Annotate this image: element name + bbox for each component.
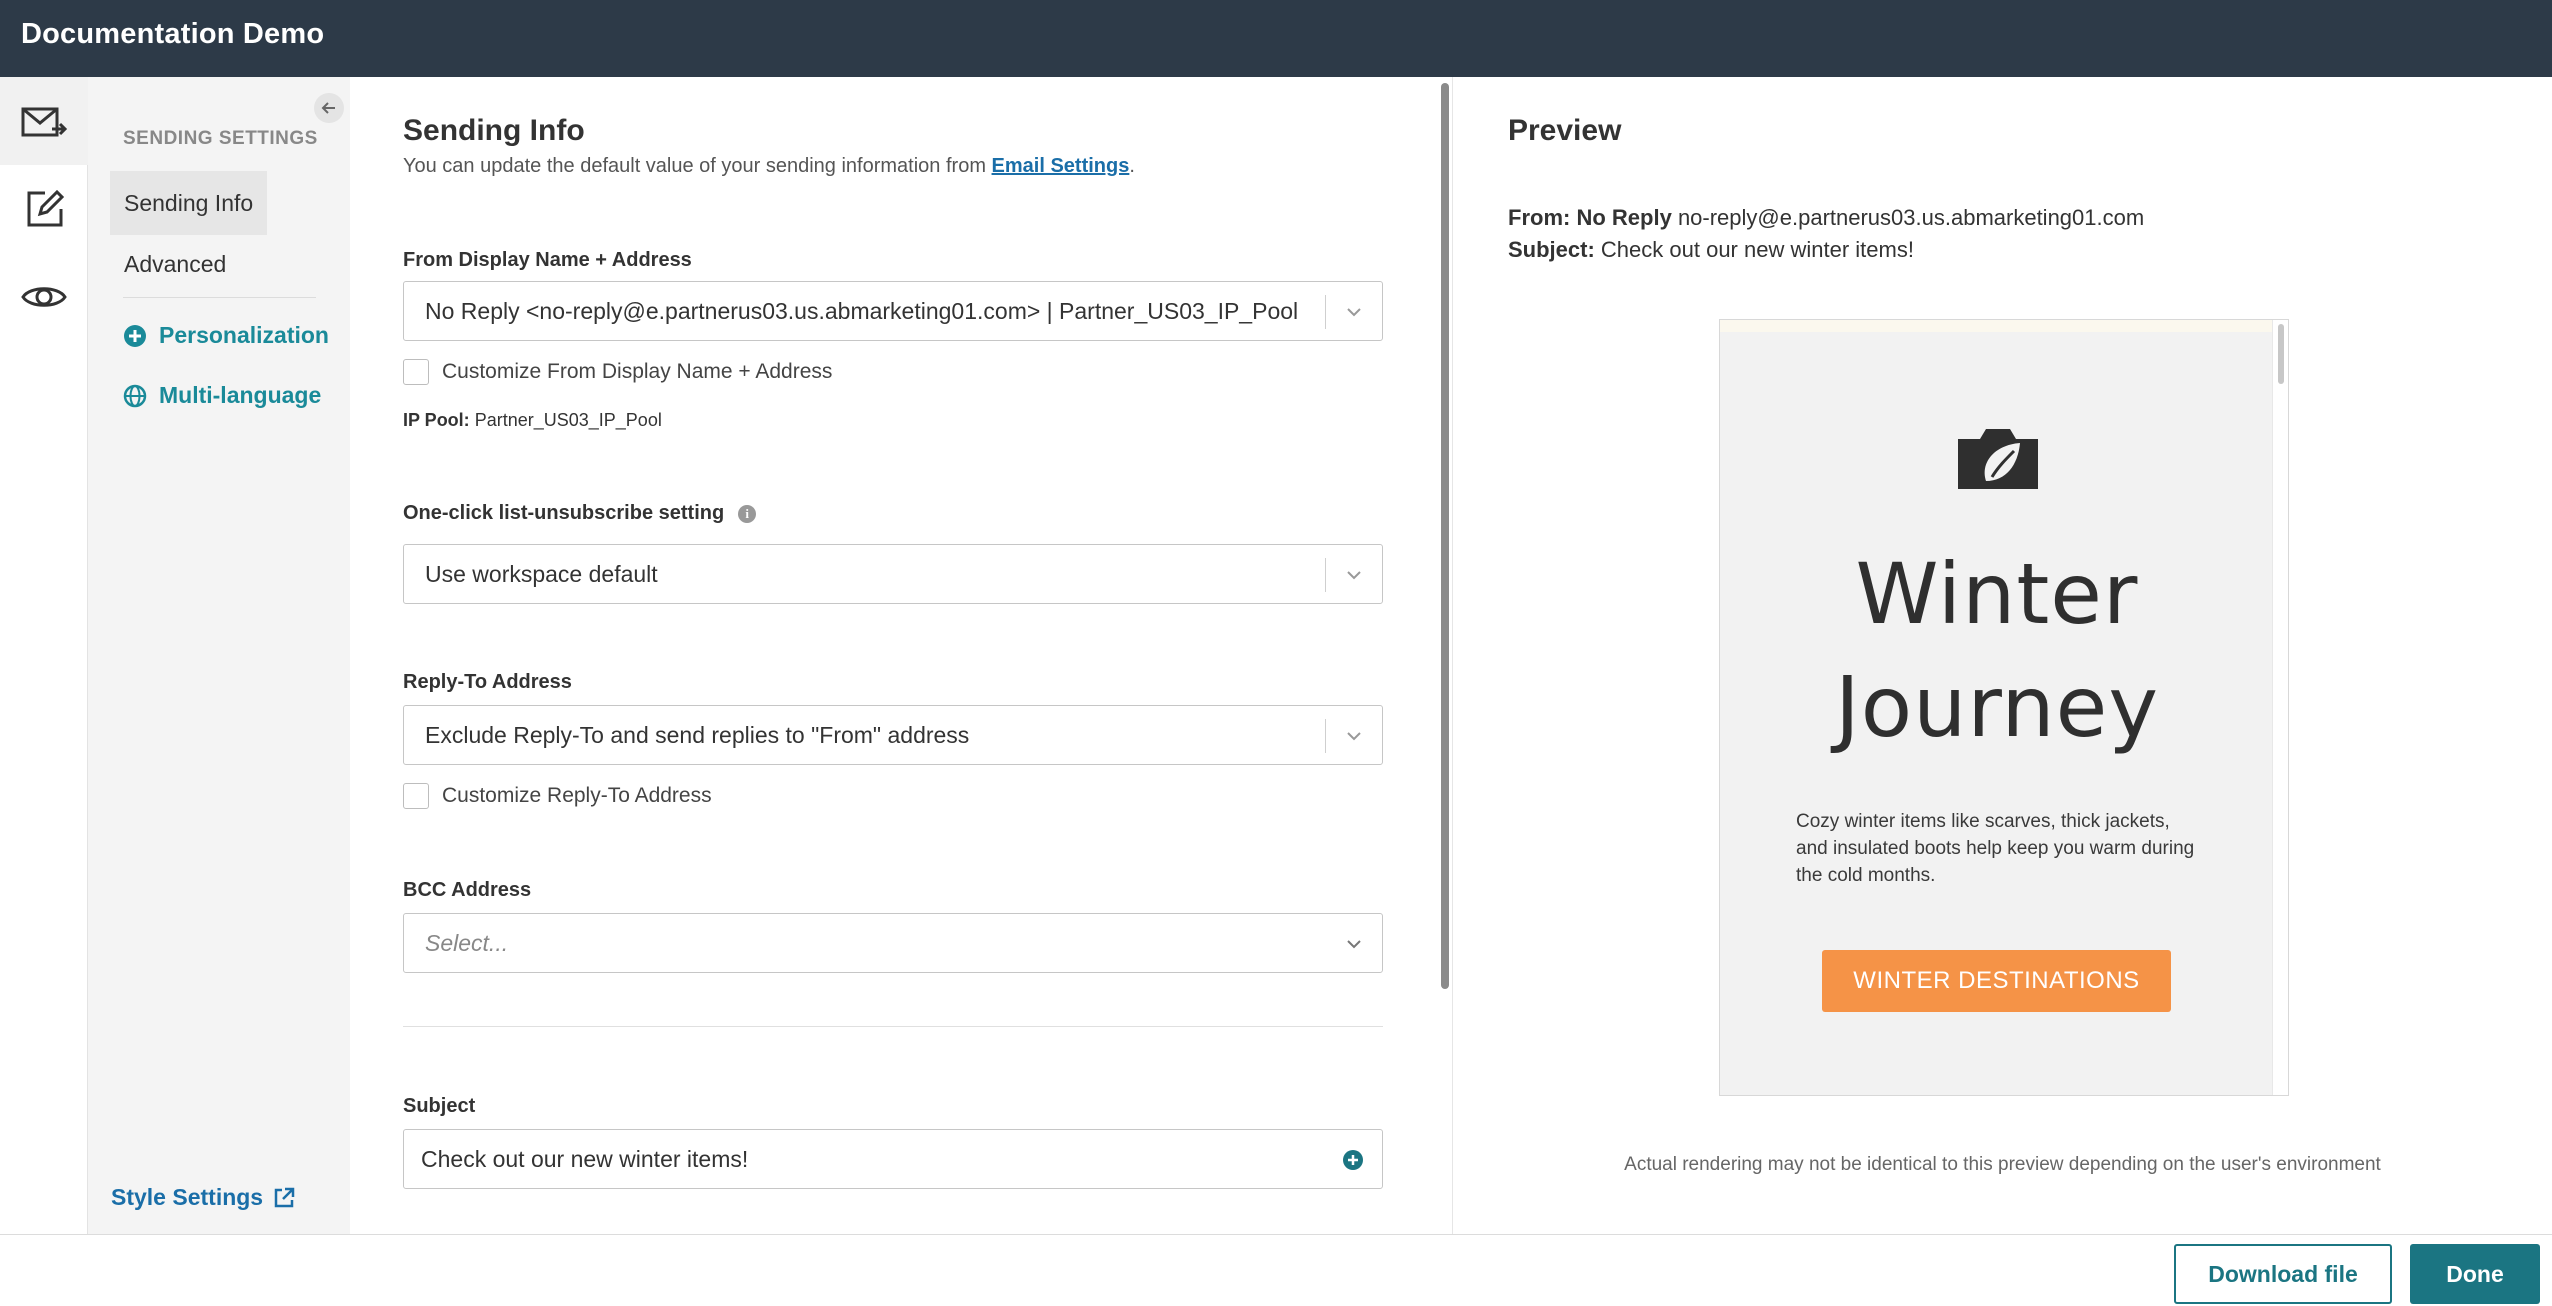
subject-input-value: Check out our new winter items! xyxy=(421,1145,749,1172)
sending-info-form: Sending Info You can update the default … xyxy=(350,77,1438,1234)
ip-pool-value: Partner_US03_IP_Pool xyxy=(474,410,662,430)
customize-reply-to-label: Customize Reply-To Address xyxy=(442,784,712,807)
subject-label: Subject xyxy=(403,1095,476,1117)
form-title: Sending Info xyxy=(403,114,585,147)
unsubscribe-label-row: One-click list-unsubscribe setting i xyxy=(403,502,757,525)
plus-circle-icon[interactable] xyxy=(1342,1149,1364,1171)
preview-scrollbar[interactable] xyxy=(2272,320,2288,1095)
unsubscribe-label: One-click list-unsubscribe setting xyxy=(403,502,725,524)
preview-disclaimer: Actual rendering may not be identical to… xyxy=(1624,1154,2381,1175)
preview-scrollbar-thumb[interactable] xyxy=(2278,324,2284,384)
rail-item-preview[interactable] xyxy=(0,253,88,341)
subnav-divider xyxy=(123,297,316,298)
app-header: Documentation Demo xyxy=(0,0,2552,77)
app-title: Documentation Demo xyxy=(21,18,325,50)
chevron-down-icon xyxy=(1347,732,1361,741)
arrow-left-icon xyxy=(321,102,335,114)
mail-send-icon xyxy=(21,107,68,137)
intro-text: You can update the default value of your… xyxy=(403,155,992,177)
external-link-icon xyxy=(274,1187,295,1207)
winter-destinations-button[interactable]: WINTER DESTINATIONS xyxy=(1822,950,2171,1012)
select-separator xyxy=(1325,719,1326,753)
bcc-placeholder: Select... xyxy=(425,929,509,956)
eye-icon xyxy=(21,287,67,307)
form-divider xyxy=(403,1026,1383,1027)
footer-bar: Download file Done xyxy=(0,1234,2552,1306)
chevron-down-icon xyxy=(1347,940,1361,949)
subject-input[interactable]: Check out our new winter items! xyxy=(403,1129,1383,1189)
email-headline-line2: Journey xyxy=(1834,658,2160,756)
email-body-copy: Cozy winter items like scarves, thick ja… xyxy=(1796,811,2195,886)
chevron-down-icon xyxy=(1347,571,1361,580)
reply-to-select-value: Exclude Reply-To and send replies to "Fr… xyxy=(425,721,970,748)
email-top-strip xyxy=(1720,320,2288,332)
email-preview-frame[interactable]: Winter Journey Cozy winter items like sc… xyxy=(1719,319,2289,1096)
preview-subject: Subject: Check out our new winter items! xyxy=(1508,237,1914,263)
checkbox-box[interactable] xyxy=(403,359,429,385)
ip-pool: IP Pool: Partner_US03_IP_Pool xyxy=(403,410,662,431)
preview-panel: Preview From: No Reply no-reply@e.partne… xyxy=(1453,77,2552,1234)
email-settings-link[interactable]: Email Settings xyxy=(992,155,1130,177)
chevron-down-icon xyxy=(1347,308,1361,317)
style-settings-label: Style Settings xyxy=(111,1184,264,1210)
form-scrollbar[interactable] xyxy=(1438,77,1452,1234)
preview-from-name: No Reply xyxy=(1576,205,1672,230)
preview-from-label: From: xyxy=(1508,205,1571,230)
multi-language-link[interactable]: Multi-language xyxy=(123,382,321,409)
preview-from-address: no-reply@e.partnerus03.us.abmarketing01.… xyxy=(1677,205,2145,230)
from-select[interactable]: No Reply <no-reply@e.partnerus03.us.abma… xyxy=(403,281,1383,341)
info-icon[interactable]: i xyxy=(738,504,757,523)
icon-rail xyxy=(0,77,88,1234)
bcc-label: BCC Address xyxy=(403,879,532,901)
collapse-button[interactable] xyxy=(314,93,344,123)
intro-suffix: . xyxy=(1129,155,1135,177)
form-intro: You can update the default value of your… xyxy=(403,155,1135,178)
rail-item-sending[interactable] xyxy=(0,77,88,165)
bcc-select[interactable]: Select... xyxy=(403,913,1383,973)
download-file-button[interactable]: Download file xyxy=(2174,1244,2392,1304)
plus-circle-icon xyxy=(124,324,146,347)
ip-pool-label: IP Pool: xyxy=(403,410,470,430)
from-select-value: No Reply <no-reply@e.partnerus03.us.abma… xyxy=(425,297,1299,324)
email-headline-line1: Winter xyxy=(1855,545,2139,643)
reply-to-label: Reply-To Address xyxy=(403,671,572,693)
personalization-link[interactable]: Personalization xyxy=(123,322,329,349)
camera-logo-icon xyxy=(1958,429,2038,489)
style-settings-link[interactable]: Style Settings xyxy=(111,1184,295,1211)
subnav-item-sending-info[interactable]: Sending Info xyxy=(110,171,268,235)
customize-from-checkbox[interactable]: Customize From Display Name + Address xyxy=(403,359,832,385)
done-button[interactable]: Done xyxy=(2410,1244,2540,1304)
scrollbar-thumb[interactable] xyxy=(1441,83,1449,989)
reply-to-select[interactable]: Exclude Reply-To and send replies to "Fr… xyxy=(403,705,1383,765)
checkbox-box[interactable] xyxy=(403,783,429,809)
subnav-item-advanced[interactable]: Advanced xyxy=(110,232,240,296)
preview-subject-value: Check out our new winter items! xyxy=(1600,237,1914,262)
globe-icon xyxy=(123,384,147,407)
personalization-label: Personalization xyxy=(159,322,329,348)
rail-item-edit[interactable] xyxy=(0,165,88,253)
subnav-heading: SENDING SETTINGS xyxy=(123,128,318,149)
customize-reply-to-checkbox[interactable]: Customize Reply-To Address xyxy=(403,783,712,809)
customize-from-label: Customize From Display Name + Address xyxy=(442,360,833,383)
preview-title: Preview xyxy=(1508,114,1622,147)
preview-from: From: No Reply no-reply@e.partnerus03.us… xyxy=(1508,205,2144,231)
multi-language-label: Multi-language xyxy=(159,382,322,408)
unsubscribe-select-value: Use workspace default xyxy=(425,560,658,587)
edit-icon xyxy=(27,189,65,227)
unsubscribe-select[interactable]: Use workspace default xyxy=(403,544,1383,604)
select-separator xyxy=(1325,295,1326,329)
select-separator xyxy=(1325,558,1326,592)
preview-subject-label: Subject: xyxy=(1508,237,1595,262)
from-label: From Display Name + Address xyxy=(403,249,692,271)
settings-subnav: SENDING SETTINGS Sending Info Advanced P… xyxy=(88,77,350,1234)
